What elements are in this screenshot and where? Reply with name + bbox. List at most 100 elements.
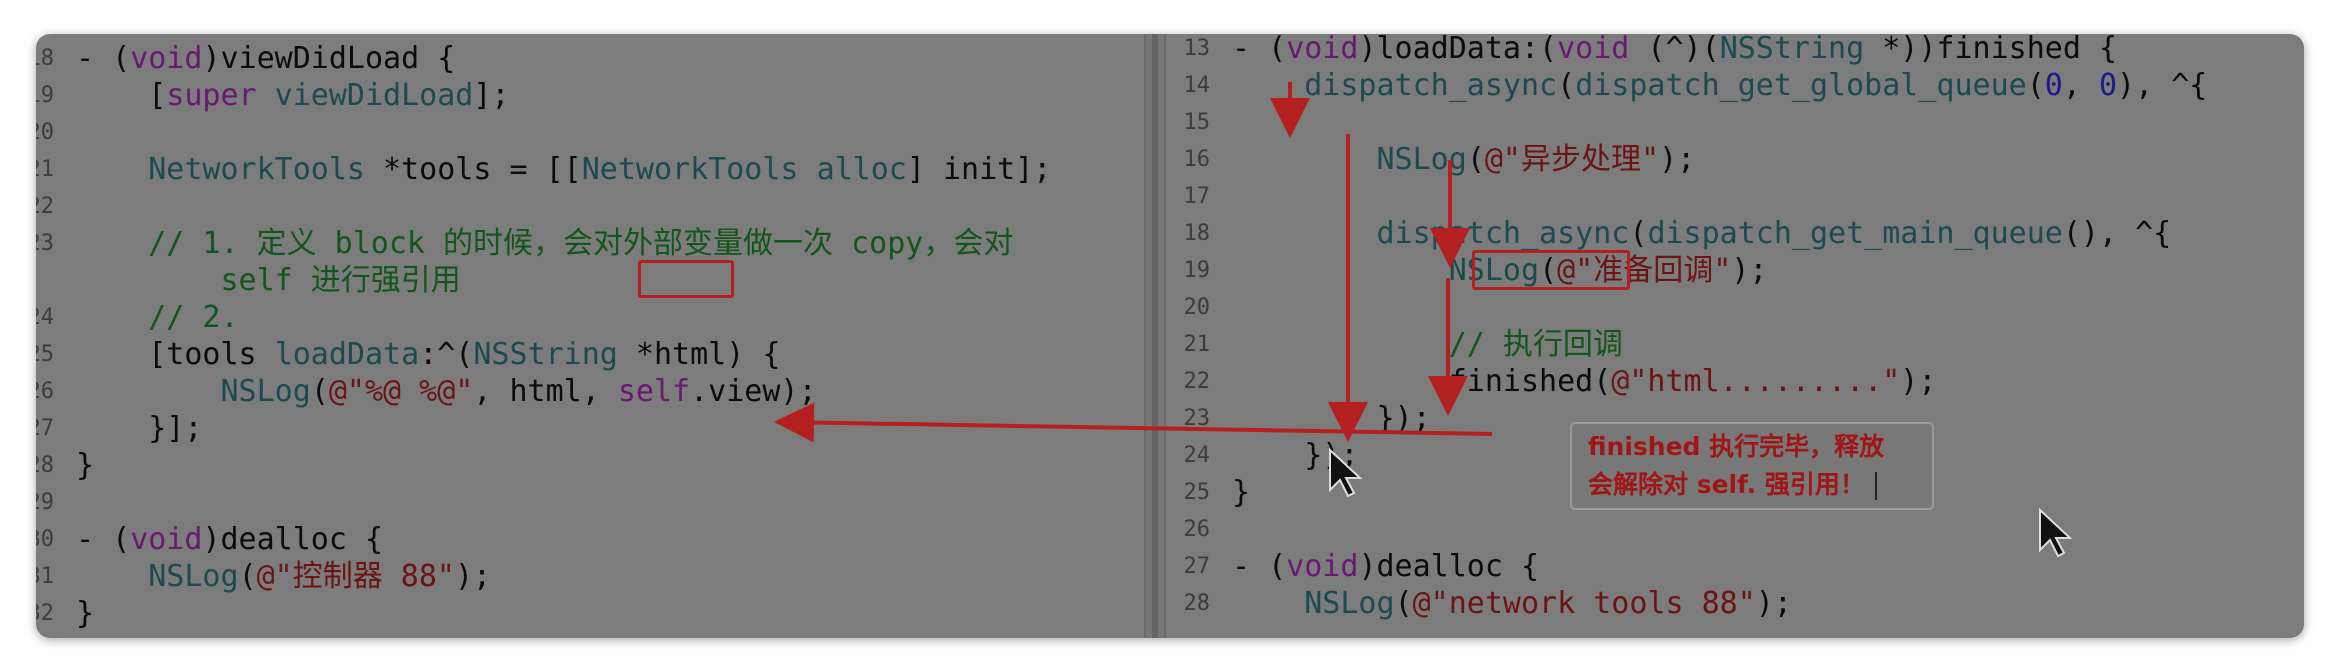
divider-grip[interactable] bbox=[1152, 34, 1158, 638]
left-editor-pane[interactable]: 18- (void)viewDidLoad {19 [super viewDid… bbox=[36, 34, 1144, 638]
code-text[interactable]: - (void)dealloc { bbox=[76, 521, 383, 558]
line-number: 32 bbox=[36, 601, 54, 626]
code-line[interactable]: 26 NSLog(@"%@ %@", html, self.view); bbox=[36, 373, 817, 410]
code-text[interactable]: } bbox=[1232, 474, 1250, 511]
code-line[interactable]: 25 [tools loadData:^(NSString *html) { bbox=[36, 336, 780, 373]
code-text[interactable]: }]; bbox=[76, 410, 202, 447]
line-number: 23 bbox=[36, 231, 54, 256]
code-line[interactable]: 25} bbox=[1166, 474, 1251, 511]
line-number: 16 bbox=[1183, 147, 1211, 172]
code-text[interactable]: - (void)dealloc { bbox=[1232, 548, 1539, 585]
annotation-line-2-text: 会解除对 self. 强引用！ bbox=[1588, 470, 1865, 499]
code-line[interactable]: 18 dispatch_async(dispatch_get_main_queu… bbox=[1166, 215, 2172, 252]
code-editor-window: 18- (void)viewDidLoad {19 [super viewDid… bbox=[36, 34, 2304, 638]
code-line[interactable]: 26 bbox=[1166, 511, 1232, 548]
code-line[interactable]: 22 bbox=[36, 188, 76, 225]
line-number: 24 bbox=[36, 305, 54, 330]
code-text[interactable]: }); bbox=[1232, 400, 1430, 437]
split-divider[interactable] bbox=[1144, 34, 1166, 638]
line-number: 20 bbox=[1183, 295, 1211, 320]
line-number: 14 bbox=[1183, 73, 1211, 98]
self-highlight-box bbox=[638, 260, 734, 298]
right-editor-pane[interactable]: 13 - (void)loadData:(void (^)(NSString *)… bbox=[1166, 34, 2304, 638]
code-text[interactable]: NSLog(@"异步处理"); bbox=[1232, 141, 1696, 178]
code-line[interactable]: 31 NSLog(@"控制器 88"); bbox=[36, 558, 491, 595]
code-text[interactable]: - (void)loadData:(void (^)(NSString *))f… bbox=[1232, 34, 2117, 67]
line-number: 17 bbox=[1183, 184, 1211, 209]
code-line[interactable]: 23 // 1. 定义 block 的时候，会对外部变量做一次 copy，会对 bbox=[36, 225, 1013, 262]
code-line[interactable]: 19 NSLog(@"准备回调"); bbox=[1166, 252, 1768, 289]
line-number: 23 bbox=[1183, 406, 1211, 431]
line-number: 31 bbox=[36, 564, 54, 589]
code-text[interactable]: NSLog(@"控制器 88"); bbox=[76, 558, 491, 595]
arrow-cursor-icon bbox=[2039, 508, 2073, 558]
line-number: 22 bbox=[1183, 369, 1211, 394]
code-text[interactable]: [tools loadData:^(NSString *html) { bbox=[76, 336, 780, 373]
finished-highlight-box bbox=[1472, 250, 1630, 290]
line-number: 18 bbox=[36, 46, 54, 71]
code-text[interactable]: [super viewDidLoad]; bbox=[76, 77, 509, 114]
line-number: 21 bbox=[1183, 332, 1211, 357]
line-number: 26 bbox=[1183, 517, 1211, 542]
line-number: 20 bbox=[36, 120, 54, 145]
annotation-note: finished 执行完毕，释放 会解除对 self. 强引用！ bbox=[1570, 422, 1934, 510]
code-text[interactable]: finished(@"html........."); bbox=[1232, 363, 1937, 400]
line-number: 25 bbox=[36, 342, 54, 367]
code-text[interactable]: // 1. 定义 block 的时候，会对外部变量做一次 copy，会对 bbox=[76, 225, 1013, 262]
code-text[interactable]: // 2. bbox=[76, 299, 238, 336]
code-line[interactable]: 16 NSLog(@"异步处理"); bbox=[1166, 141, 1696, 178]
line-number: 27 bbox=[1183, 554, 1211, 579]
code-line[interactable]: 30 - (void)dealloc { bbox=[36, 521, 383, 558]
code-text[interactable]: } bbox=[76, 595, 94, 632]
code-text[interactable]: dispatch_async(dispatch_get_main_queue()… bbox=[1232, 215, 2172, 252]
code-line[interactable]: 20 bbox=[36, 114, 76, 151]
code-line[interactable]: 29 bbox=[36, 484, 76, 521]
code-line[interactable]: 23 }); bbox=[1166, 400, 1431, 437]
line-number: 28 bbox=[36, 453, 54, 478]
line-number: 19 bbox=[1183, 258, 1211, 283]
line-number: 29 bbox=[36, 490, 54, 515]
line-number: 21 bbox=[36, 157, 54, 182]
line-number: 24 bbox=[1183, 443, 1211, 468]
line-number: 26 bbox=[36, 379, 54, 404]
code-text[interactable]: } bbox=[76, 447, 94, 484]
code-line[interactable]: 13 - (void)loadData:(void (^)(NSString *)… bbox=[1166, 34, 2118, 67]
line-number: 25 bbox=[1183, 480, 1211, 505]
code-line[interactable]: 22 finished(@"html........."); bbox=[1166, 363, 1937, 400]
code-line[interactable]: 28} bbox=[36, 447, 94, 484]
code-line[interactable]: 32} bbox=[36, 595, 94, 632]
code-text[interactable]: NetworkTools *tools = [[NetworkTools all… bbox=[76, 151, 1051, 188]
code-line[interactable]: 19 [super viewDidLoad]; bbox=[36, 77, 510, 114]
code-line[interactable]: 21 // 执行回调 bbox=[1166, 326, 1623, 363]
line-number: 13 bbox=[1183, 36, 1211, 61]
line-number: 18 bbox=[1183, 221, 1211, 246]
annotation-line-2: 会解除对 self. 强引用！ bbox=[1588, 466, 1932, 504]
code-line[interactable]: 24 // 2. bbox=[36, 299, 239, 336]
code-text[interactable]: - (void)viewDidLoad { bbox=[76, 40, 455, 77]
code-text[interactable]: // 执行回调 bbox=[1232, 326, 1623, 363]
right-code-area[interactable]: 13 - (void)loadData:(void (^)(NSString *)… bbox=[1166, 34, 2304, 638]
code-line[interactable]: 15 bbox=[1166, 104, 1232, 141]
code-line[interactable]: 27 - (void)dealloc { bbox=[1166, 548, 1540, 585]
code-text[interactable]: NSLog(@"%@ %@", html, self.view); bbox=[76, 373, 817, 410]
line-number: 28 bbox=[1183, 591, 1211, 616]
line-number: 27 bbox=[36, 416, 54, 441]
code-line[interactable]: 18 - (void)viewDidLoad { bbox=[36, 40, 455, 77]
line-number: 15 bbox=[1183, 110, 1211, 135]
code-line[interactable]: 27 }]; bbox=[36, 410, 202, 447]
left-code-area[interactable]: 18- (void)viewDidLoad {19 [super viewDid… bbox=[36, 34, 1144, 638]
text-caret bbox=[1874, 472, 1877, 500]
code-line[interactable]: 28 NSLog(@"network tools 88"); bbox=[1166, 585, 1792, 622]
code-text[interactable]: dispatch_async(dispatch_get_global_queue… bbox=[1232, 67, 2207, 104]
code-line[interactable]: self 进行强引用 bbox=[36, 262, 461, 299]
code-line[interactable]: 21 NetworkTools *tools = [[NetworkTools … bbox=[36, 151, 1051, 188]
code-line[interactable]: 14 dispatch_async(dispatch_get_global_qu… bbox=[1166, 67, 2208, 104]
code-line[interactable]: 20 bbox=[1166, 289, 1232, 326]
line-number: 30 bbox=[36, 527, 54, 552]
code-text[interactable]: NSLog(@"network tools 88"); bbox=[1232, 585, 1792, 622]
line-number: 19 bbox=[36, 83, 54, 108]
code-text[interactable]: self 进行强引用 bbox=[76, 262, 461, 299]
code-line[interactable]: 17 bbox=[1166, 178, 1232, 215]
annotation-line-1: finished 执行完毕，释放 bbox=[1588, 432, 1885, 461]
arrow-cursor-icon bbox=[1329, 448, 1363, 498]
